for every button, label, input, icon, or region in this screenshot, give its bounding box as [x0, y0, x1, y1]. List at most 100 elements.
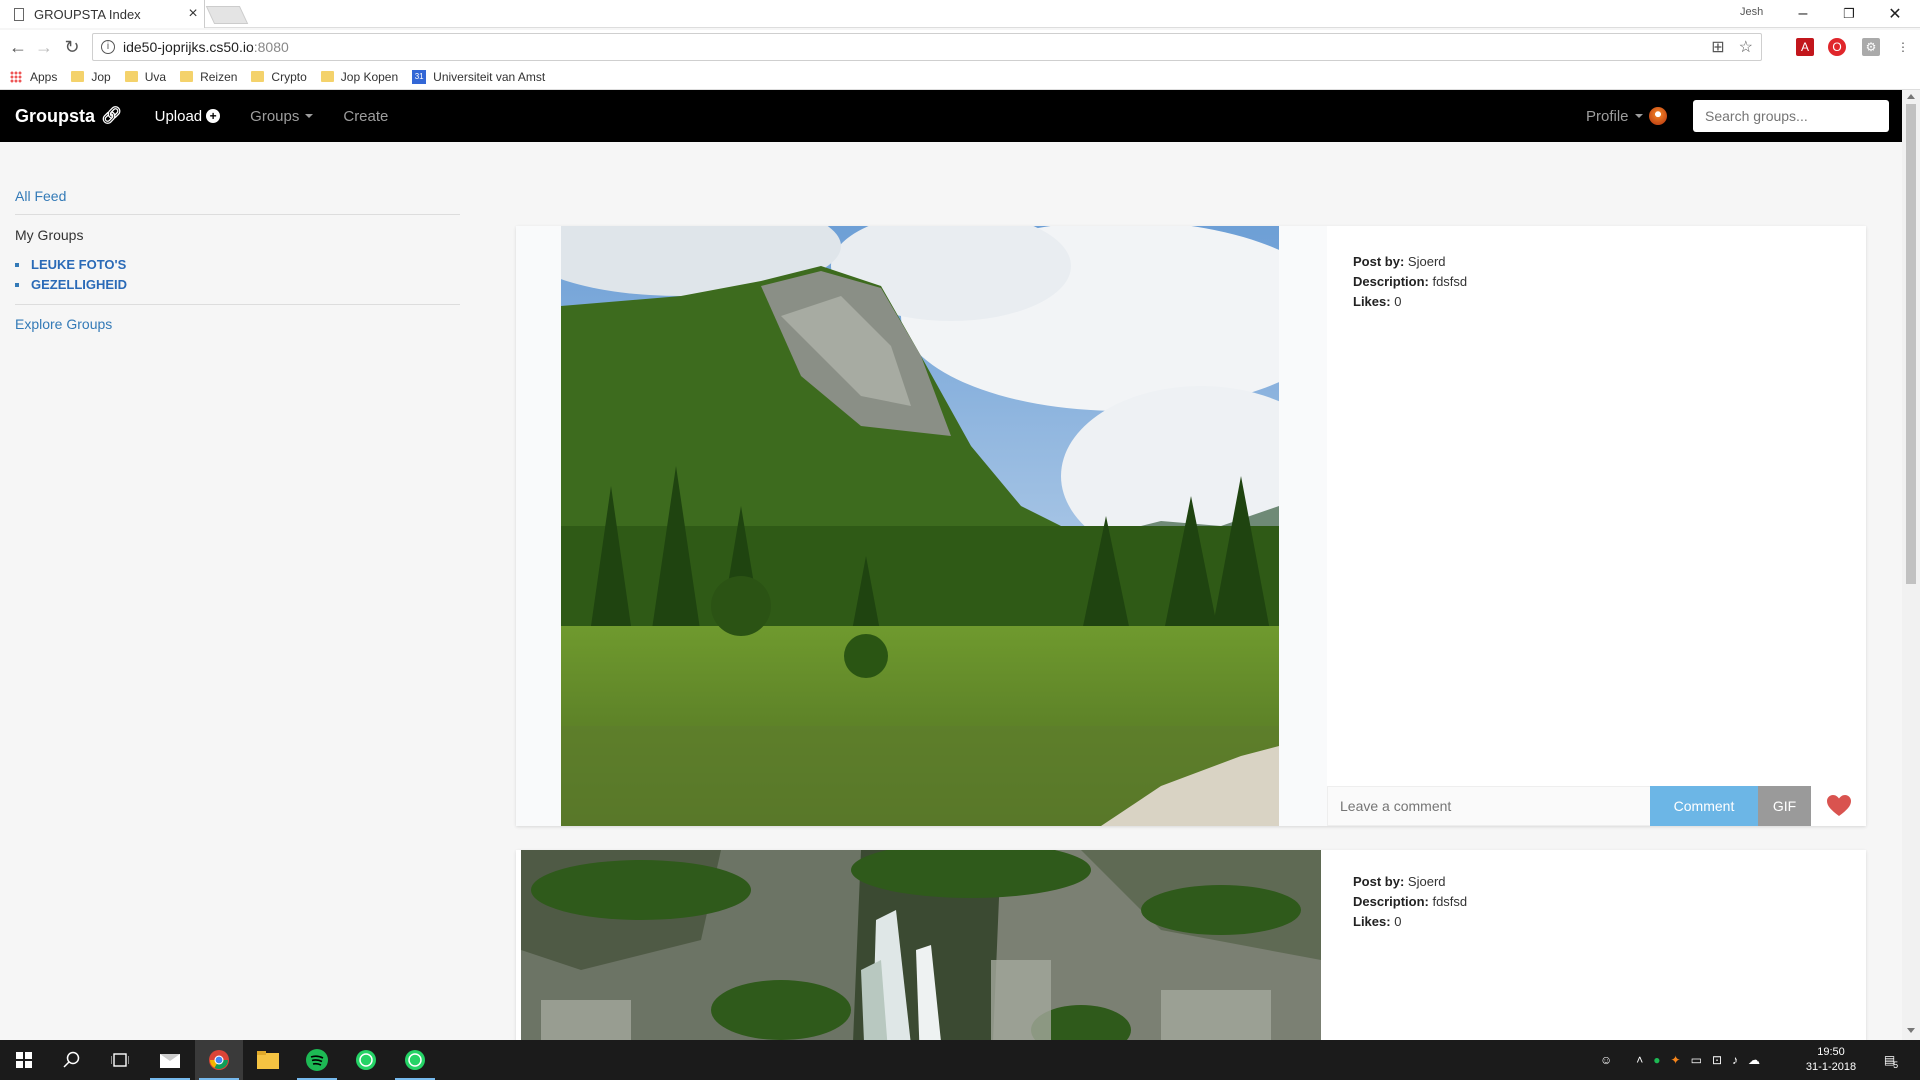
gif-button[interactable]: GIF	[1758, 786, 1811, 826]
site-navbar: Groupsta 🔗︎ Upload + Groups Create Profi…	[0, 90, 1902, 142]
divider	[15, 214, 460, 215]
bookmark-reizen[interactable]: Reizen	[180, 70, 237, 84]
extension-icon[interactable]: ⚙	[1862, 38, 1880, 56]
tab-title: GROUPSTA Index	[34, 6, 141, 22]
translate-icon[interactable]: ⊞	[1711, 37, 1724, 57]
post-details: Post by: Sjoerd Description: fdsfsd Like…	[1353, 872, 1467, 932]
search-icon[interactable]	[48, 1040, 96, 1080]
folder-icon	[124, 71, 138, 82]
groups-dropdown[interactable]: Groups	[250, 108, 314, 125]
comment-input[interactable]	[1327, 786, 1650, 826]
post-author: Post by: Sjoerd	[1353, 254, 1446, 269]
volume-icon[interactable]: ♪	[1732, 1053, 1738, 1067]
my-groups-heading: My Groups	[15, 227, 84, 243]
address-bar[interactable]: i ide50-joprijks.cs50.io:8080 ⊞ ☆	[92, 33, 1762, 61]
browser-tab[interactable]: GROUPSTA Index ×	[0, 0, 205, 28]
caret-down-icon	[1634, 114, 1643, 118]
caret-down-icon	[305, 114, 314, 118]
bookmark-apps[interactable]: Apps	[10, 70, 57, 84]
post-photo[interactable]	[561, 226, 1279, 826]
post-card: Post by: Sjoerd Description: fdsfsd Like…	[516, 850, 1866, 1040]
post-card: Post by: Sjoerd Description: fdsfsd Like…	[516, 226, 1866, 826]
pdf-extension-icon[interactable]: A	[1796, 38, 1814, 56]
mail-app-icon[interactable]	[146, 1040, 194, 1080]
comment-bar: Comment GIF	[1327, 786, 1866, 826]
scroll-up-icon[interactable]	[1907, 94, 1915, 99]
create-link[interactable]: Create	[343, 108, 388, 125]
plus-circle-icon: +	[206, 109, 221, 123]
group-link-gezelligheid[interactable]: GEZELLIGHEID	[15, 277, 127, 292]
mountain-meadow-photo	[561, 226, 1279, 826]
whatsapp-icon[interactable]	[391, 1040, 439, 1080]
post-likes: Likes: 0	[1353, 914, 1402, 929]
apps-grid-icon	[10, 70, 22, 83]
divider	[15, 304, 460, 305]
scroll-down-icon[interactable]	[1907, 1028, 1915, 1033]
page-scrollbar[interactable]	[1902, 90, 1920, 1040]
bookmark-jop[interactable]: Jop	[71, 70, 111, 84]
restore-icon[interactable]: ❐	[1826, 0, 1872, 28]
onedrive-icon[interactable]: ☁	[1748, 1053, 1760, 1067]
post-photo[interactable]	[521, 850, 1321, 1040]
tab-close-icon[interactable]: ×	[182, 5, 204, 23]
folder-icon	[320, 71, 334, 82]
bookmark-jop-kopen[interactable]: Jop Kopen	[320, 70, 398, 84]
explore-groups-link[interactable]: Explore Groups	[15, 316, 112, 332]
search-input[interactable]	[1693, 100, 1889, 132]
page-content: All Feed My Groups LEUKE FOTO'S GEZELLIG…	[0, 142, 1902, 1040]
whatsapp-icon[interactable]	[342, 1040, 390, 1080]
browser-profile-name[interactable]: Jesh	[1740, 6, 1763, 18]
group-link-leuke-fotos[interactable]: LEUKE FOTO'S	[15, 257, 126, 272]
bullet-icon	[15, 282, 19, 287]
bookmark-star-icon[interactable]: ☆	[1739, 37, 1753, 57]
new-tab-button[interactable]	[205, 6, 249, 24]
clock-time: 19:50	[1817, 1046, 1845, 1058]
folder-icon	[71, 71, 85, 82]
back-arrow-icon[interactable]: ←	[6, 35, 30, 59]
chrome-app-icon[interactable]	[195, 1040, 243, 1080]
calendar-icon: 31	[412, 69, 427, 84]
show-hidden-icons[interactable]: ˄	[1636, 1053, 1643, 1067]
comment-button[interactable]: Comment	[1650, 786, 1758, 826]
notification-count: 5	[1893, 1060, 1899, 1070]
opera-extension-icon[interactable]: O	[1828, 38, 1846, 56]
heart-icon[interactable]	[1811, 786, 1866, 826]
page-icon	[14, 7, 24, 21]
folder-icon	[180, 71, 194, 82]
action-center-icon[interactable]: ▤ 5	[1876, 1040, 1906, 1080]
profile-dropdown[interactable]: Profile	[1586, 107, 1667, 125]
brand-logo[interactable]: Groupsta 🔗︎	[15, 106, 123, 127]
bullet-icon	[15, 262, 19, 267]
tab-strip: GROUPSTA Index × Jesh – ❐ ✕	[0, 0, 1920, 28]
link-icon: 🔗︎	[101, 106, 123, 125]
spotify-tray-icon[interactable]: ●	[1653, 1053, 1660, 1067]
scroll-thumb[interactable]	[1906, 104, 1916, 584]
post-author: Post by: Sjoerd	[1353, 874, 1446, 889]
network-icon[interactable]: ▭	[1691, 1053, 1702, 1067]
chrome-menu-icon[interactable]: ⋮	[1894, 38, 1912, 56]
url-host: ide50-joprijks.cs50.io	[123, 39, 254, 55]
post-description: Description: fdsfsd	[1353, 274, 1468, 289]
forward-arrow-icon[interactable]: →	[32, 35, 56, 59]
close-window-icon[interactable]: ✕	[1872, 0, 1918, 28]
bookmark-crypto[interactable]: Crypto	[251, 70, 307, 84]
windows-start-icon[interactable]	[0, 1040, 48, 1080]
reload-icon[interactable]: ↻	[60, 35, 84, 59]
clock-date: 31-1-2018	[1805, 1061, 1857, 1073]
spotify-icon[interactable]	[293, 1040, 341, 1080]
task-view-icon[interactable]	[96, 1040, 144, 1080]
metamask-icon[interactable]: ✦	[1671, 1053, 1681, 1067]
people-icon[interactable]: ☺	[1600, 1053, 1612, 1067]
system-tray: ☺ ˄ ● ✦ ▭ ⊡ ♪ ☁	[1600, 1040, 1760, 1080]
site-info-icon[interactable]: i	[101, 40, 115, 54]
bookmark-uva[interactable]: Uva	[124, 70, 166, 84]
post-likes: Likes: 0	[1353, 294, 1402, 309]
folder-icon	[251, 71, 265, 82]
display-icon[interactable]: ⊡	[1712, 1053, 1722, 1067]
file-explorer-icon[interactable]	[244, 1040, 292, 1080]
upload-button[interactable]: Upload +	[155, 108, 221, 125]
clock[interactable]: 19:50 31-1-2018	[1800, 1045, 1862, 1075]
all-feed-link[interactable]: All Feed	[15, 188, 66, 204]
minimize-icon[interactable]: –	[1780, 0, 1826, 28]
bookmark-universiteit[interactable]: 31 Universiteit van Amst	[412, 69, 545, 84]
